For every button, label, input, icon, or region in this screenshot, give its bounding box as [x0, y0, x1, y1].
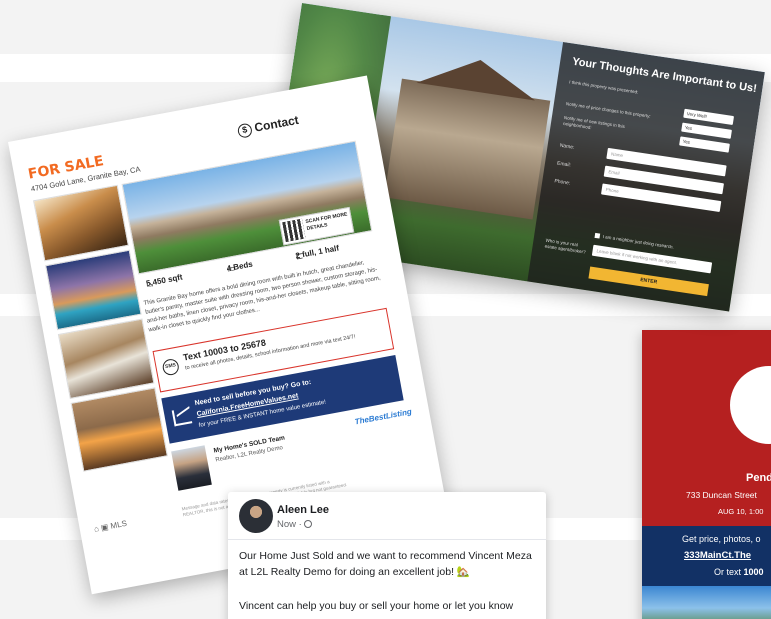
dollar-icon: $	[236, 122, 254, 139]
social-post-card: Aleen Lee Now · Our Home Just Sold and w…	[228, 492, 546, 619]
cta-line: Get price, photos, o	[682, 534, 761, 544]
equal-housing-icon: ⌂ ▣ MLS	[93, 518, 128, 534]
post-body: Our Home Just Sold and we want to recomm…	[239, 550, 532, 578]
avatar[interactable]	[239, 499, 273, 533]
sms-icon: SMS	[161, 357, 181, 377]
cta-panel: Get price, photos, o 333MainCt.The Or te…	[642, 526, 771, 586]
divider	[228, 539, 546, 540]
agent-question: Who is your real estate agent/broker?	[544, 237, 586, 255]
kitchen-photo	[33, 184, 129, 262]
chart-icon	[171, 407, 193, 427]
checkbox-box[interactable]	[594, 233, 601, 239]
question-presented: I think this property was presented:	[568, 79, 639, 95]
email-label: Email:	[556, 160, 572, 169]
question-new-listings: Notify me of new listings in this neighb…	[562, 115, 626, 131]
pool-photo	[45, 249, 142, 331]
property-address: 733 Duncan Street	[686, 490, 757, 500]
property-photo	[642, 586, 771, 619]
event-date: AUG 10, 1:00	[718, 507, 764, 516]
open-house-card: Pend 733 Duncan Street AUG 10, 1:00 Get …	[642, 330, 771, 619]
agent-photo	[171, 445, 212, 491]
house-photo	[384, 78, 551, 220]
cta-text-code: Or text 1000	[714, 567, 764, 577]
new-listings-select[interactable]: Yes	[679, 136, 730, 153]
qr-label: SCAN FOR MORE DETAILS	[305, 211, 348, 232]
qr-code-icon	[282, 218, 306, 243]
phone-label: Phone:	[553, 178, 571, 187]
post-body: Vincent can help you buy or sell your ho…	[239, 600, 514, 612]
post-timestamp: Now ·	[277, 519, 312, 530]
contact-heading: $ Contact	[236, 113, 300, 139]
post-author[interactable]: Aleen Lee	[277, 504, 329, 516]
bedroom-photo	[57, 318, 155, 400]
feedback-form-panel: Your Thoughts Are Important to Us! I thi…	[527, 42, 765, 312]
status-label: Pend	[746, 472, 771, 484]
globe-icon	[303, 520, 312, 528]
fireplace-photo	[70, 387, 168, 472]
enter-button[interactable]: ENTER	[588, 266, 709, 297]
best-listing-logo: TheBestListing	[354, 407, 413, 427]
name-label: Name:	[559, 142, 575, 151]
price-changes-select[interactable]: Yes	[681, 122, 732, 139]
cta-link[interactable]: 333MainCt.The	[684, 550, 751, 561]
presented-select[interactable]: Very Well!	[683, 108, 735, 126]
agent-photo-circle	[730, 366, 771, 444]
